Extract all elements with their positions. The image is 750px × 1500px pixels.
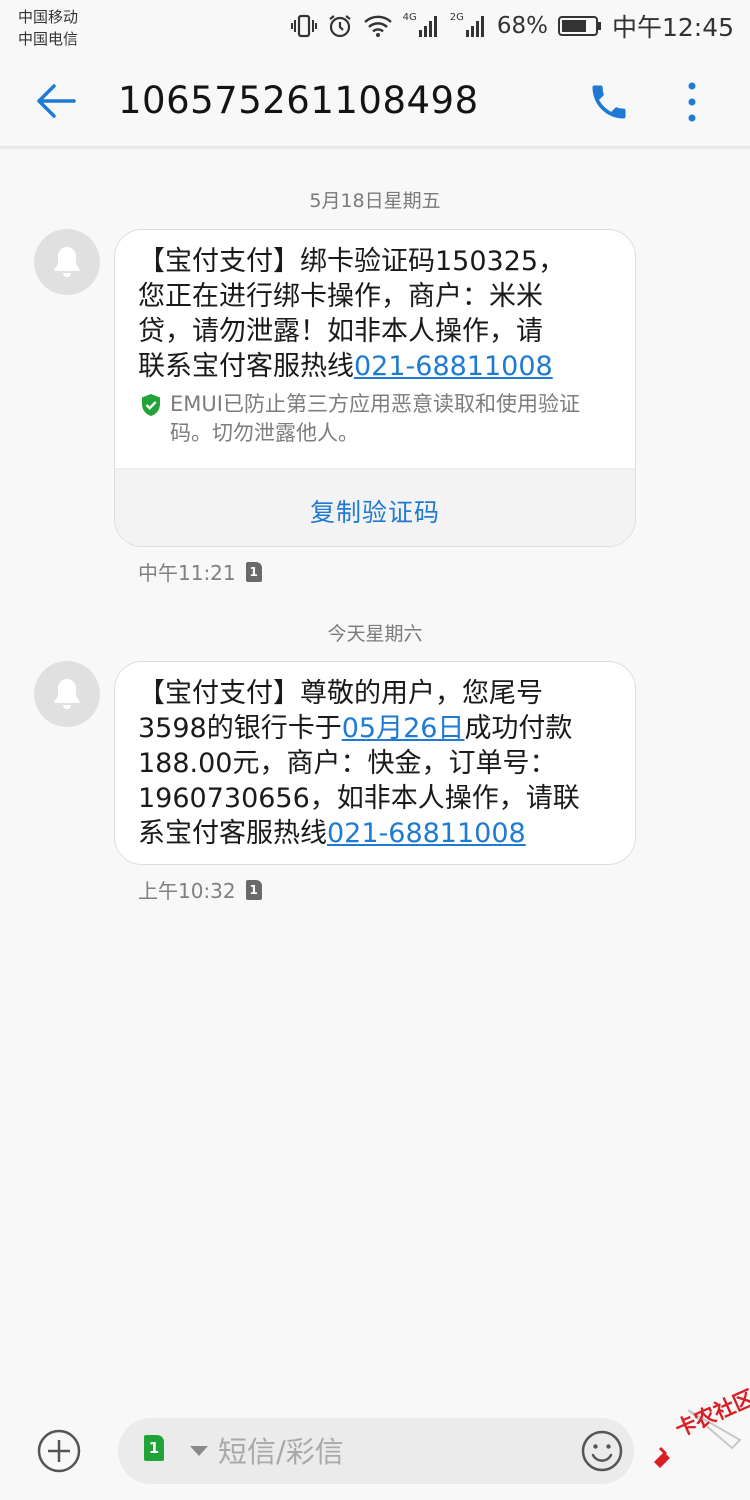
carrier-2: 中国电信 [18,30,79,48]
plus-circle-icon [37,1429,81,1473]
message-meta: 上午10:32 1 [138,875,262,904]
notification-bell-icon [54,679,80,709]
message-text: 【宝付支付】绑卡验证码150325， 您正在进行绑卡操作，商户：米米 贷，请勿泄… [115,230,635,384]
phone-icon [592,85,626,119]
avatar [34,661,100,727]
security-note-text: EMUI已防止第三方应用恶意读取和使用验证码。切勿泄露他人。 [170,392,580,445]
sim-card-icon: 1 [245,879,262,900]
date-separator: 5月18日星期五 [309,190,441,212]
notification-bell-icon [54,247,80,277]
more-vertical-icon [688,82,696,122]
alarm-icon [327,13,353,39]
sim-selector[interactable]: 1 2 [144,1435,184,1469]
signal-4g-icon: 4G [403,12,440,38]
message-time: 上午10:32 [138,879,236,903]
battery-percent: 68% [496,13,548,39]
back-arrow-icon [37,84,76,118]
message-composer: 1 2 [118,1418,634,1484]
sim-card-icon: 1 [245,561,262,582]
add-attachment-button[interactable] [36,1428,82,1474]
status-time: 中午12:45 [611,13,734,42]
back-button[interactable] [30,78,82,124]
message-text: 【宝付支付】尊敬的用户，您尾号 3598的银行卡于05月26日成功付款 188.… [115,662,635,851]
security-note: EMUI已防止第三方应用恶意读取和使用验证码。切勿泄露他人。 [115,384,635,448]
signal-2g-icon: 2G [450,12,487,38]
carrier-1: 中国移动 [18,8,79,26]
dropdown-arrow-icon[interactable] [190,1446,208,1456]
battery-icon [557,15,602,37]
watermark: 卡农社区 [648,1385,750,1484]
carrier-info: 中国移动 中国电信 [18,6,78,50]
date-separator: 今天星期六 [327,623,423,645]
message-input[interactable] [216,1430,560,1474]
message-time: 中午11:21 [138,561,236,585]
emoji-button[interactable] [580,1429,624,1473]
avatar [34,229,100,295]
vibrate-icon [290,13,317,39]
status-bar: 中国移动 中国电信 4G 2G 68% 中午12:45 [0,0,750,52]
more-options-button[interactable] [678,78,706,126]
smiley-icon [581,1430,623,1472]
message-meta: 中午11:21 1 [138,557,262,586]
sender-number: 106575261108498 [118,79,479,122]
copy-code-button[interactable]: 复制验证码 [310,493,440,529]
shield-check-icon [142,394,160,416]
header-divider [0,146,750,150]
wifi-icon [363,14,393,38]
date-link[interactable]: 05月26日 [342,713,465,744]
message-bubble[interactable]: 【宝付支付】绑卡验证码150325， 您正在进行绑卡操作，商户：米米 贷，请勿泄… [114,229,636,547]
call-button[interactable] [586,80,632,124]
message-bubble[interactable]: 【宝付支付】尊敬的用户，您尾号 3598的银行卡于05月26日成功付款 188.… [114,661,636,865]
copy-code-area: 复制验证码 [115,468,635,546]
phone-link[interactable]: 021-68811008 [327,818,526,849]
conversation-header: 106575261108498 [0,52,750,148]
sim-1-icon: 1 [144,1435,164,1461]
status-icons: 4G 2G 68% 中午12:45 [290,10,734,42]
phone-link[interactable]: 021-68811008 [354,351,553,382]
